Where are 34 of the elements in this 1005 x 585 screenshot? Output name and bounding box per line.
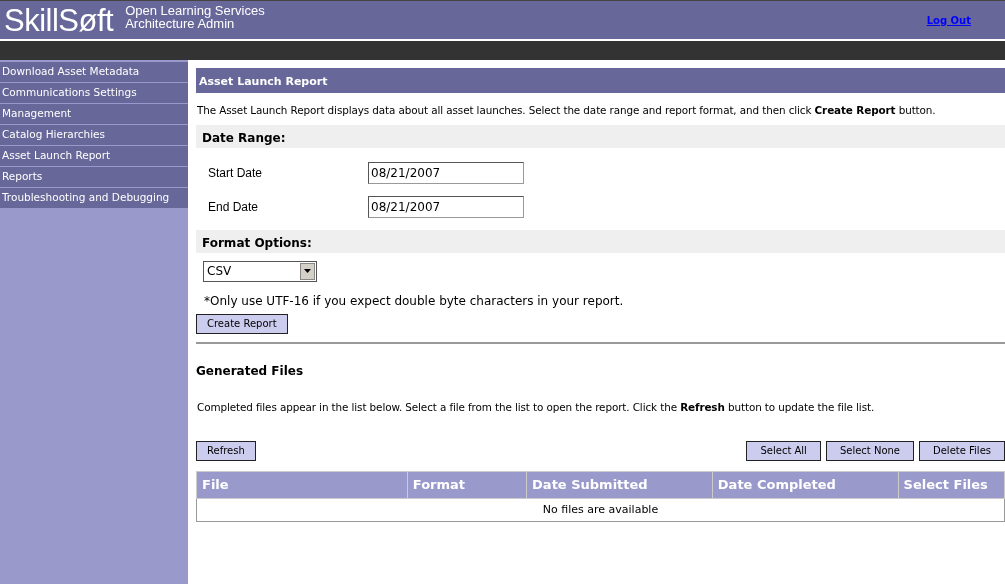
section-heading: Generated Files: [196, 362, 305, 380]
column-header: Date Submitted: [526, 471, 713, 499]
column-header: Format: [407, 471, 527, 499]
app-subtitle: Open Learning Services: [125, 4, 265, 17]
sidebar-item[interactable]: Download Asset Metadata: [0, 62, 188, 83]
section-heading: Format Options:: [196, 229, 1005, 253]
toolbar-button[interactable]: Delete Files: [919, 441, 1005, 462]
intro-text: The Asset Launch Report displays data about all asset launches. Select the date range and report format, and then click Create Report button.: [197, 103, 937, 118]
sidebar-item[interactable]: Communications Settings: [0, 83, 188, 104]
column-header: File: [196, 471, 408, 499]
logo: SkillSøft: [4, 4, 114, 36]
format-dropdown[interactable]: CSV: [203, 260, 317, 282]
create-report-button[interactable]: Create Report: [196, 313, 288, 334]
app-subtitle: Architecture Admin: [125, 17, 236, 30]
date-field[interactable]: 08/21/2007: [368, 195, 524, 218]
files-intro-text: Completed files appear in the list below. Select a file from the list to open the report. Click the Refresh button to update the file list.: [197, 399, 876, 415]
sidebar-item[interactable]: Catalog Hierarchies: [0, 125, 188, 146]
field-label: Start Date: [208, 164, 264, 182]
sidebar-item[interactable]: Reports: [0, 167, 188, 188]
format-note: *Only use UTF-16 if you expect double byte characters in your report.: [204, 292, 625, 310]
sidebar-item[interactable]: Management: [0, 104, 188, 125]
toolbar-button[interactable]: Refresh: [196, 441, 256, 462]
date-field[interactable]: 08/21/2007: [368, 161, 524, 184]
field-label: End Date: [208, 198, 260, 216]
sidebar-item[interactable]: Troubleshooting and Debugging: [0, 188, 188, 209]
dropdown-arrow-icon: [304, 269, 311, 274]
section-heading: Date Range:: [196, 124, 1005, 148]
toolbar-button[interactable]: Select All: [746, 441, 821, 462]
page-title: Asset Launch Report: [196, 68, 1005, 93]
column-header: Select Files: [898, 471, 1005, 499]
toolbar-button[interactable]: Select None: [825, 441, 914, 462]
column-header: Date Completed: [712, 471, 899, 499]
sidebar-item[interactable]: Asset Launch Report: [0, 146, 188, 167]
empty-message: No files are available: [196, 498, 1005, 522]
